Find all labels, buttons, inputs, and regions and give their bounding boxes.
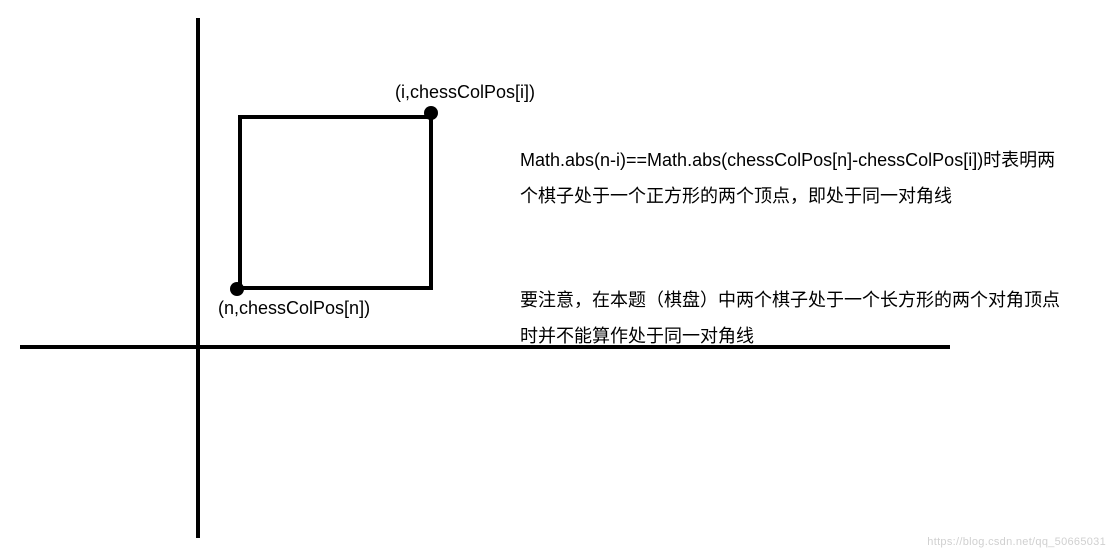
explanation-paragraph-2: 要注意，在本题（棋盘）中两个棋子处于一个长方形的两个对角顶点时并不能算作处于同一… [520,282,1060,354]
square-shape [238,115,433,290]
point-top-right [424,106,438,120]
watermark-text: https://blog.csdn.net/qq_50665031 [927,536,1106,548]
label-bottom-point: (n,chessColPos[n]) [218,298,370,319]
point-bottom-left [230,282,244,296]
label-top-point: (i,chessColPos[i]) [395,82,535,103]
explanation-paragraph-1: Math.abs(n-i)==Math.abs(chessColPos[n]-c… [520,142,1060,214]
y-axis [196,18,200,538]
diagram-container: (i,chessColPos[i]) (n,chessColPos[n]) Ma… [0,0,1118,556]
